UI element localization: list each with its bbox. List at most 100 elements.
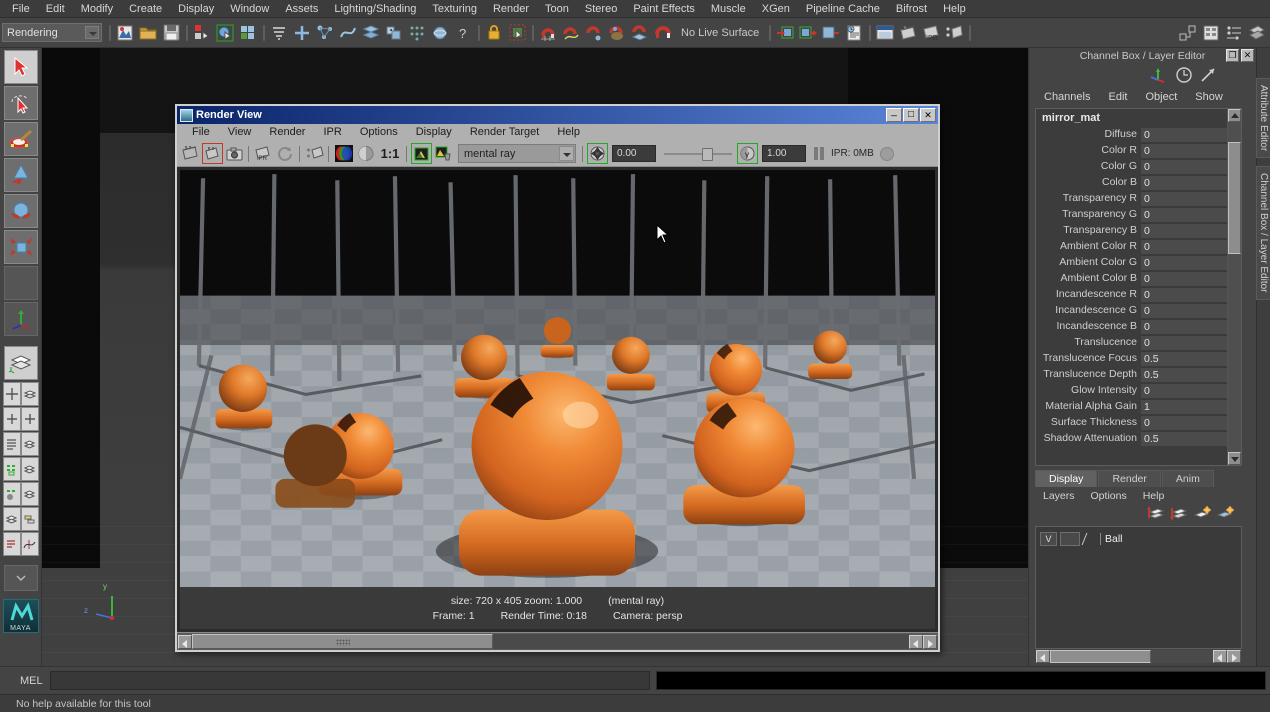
channel-value[interactable]: 0	[1141, 318, 1241, 334]
move-layer-up-icon[interactable]	[1147, 506, 1165, 524]
menu-paint-effects[interactable]: Paint Effects	[625, 0, 703, 18]
render-view-window[interactable]: Render View File View Render IPR Options…	[175, 104, 940, 652]
tab-render[interactable]: Render	[1098, 470, 1161, 487]
menu-render[interactable]: Render	[485, 0, 537, 18]
scroll-up-arrow-icon[interactable]	[1228, 109, 1241, 122]
menu-edit[interactable]: Edit	[38, 0, 73, 18]
menu-display[interactable]: Display	[170, 0, 222, 18]
last-tool-used[interactable]	[3, 266, 38, 300]
channel-row[interactable]: Translucence Focus 0.5	[1036, 350, 1241, 366]
rv-menu-view[interactable]: View	[219, 124, 261, 141]
refresh-icon[interactable]	[275, 143, 296, 164]
layout-persp-icon[interactable]	[2, 507, 21, 531]
channel-row[interactable]: Diffuse 0	[1036, 126, 1241, 142]
gamma-field[interactable]: 1.00	[762, 145, 806, 162]
select-tool[interactable]	[3, 50, 38, 84]
layout-render-persp-button[interactable]	[2, 482, 39, 506]
layout-hypershade-persp-button[interactable]	[2, 457, 39, 481]
channel-value[interactable]: 1	[1141, 398, 1241, 414]
exposure-field[interactable]: 0.00	[612, 145, 656, 162]
outliner-list-icon[interactable]	[2, 532, 21, 556]
channel-value[interactable]: 0	[1141, 238, 1241, 254]
rv-menu-render[interactable]: Render	[260, 124, 314, 141]
magnet-surface-icon[interactable]	[629, 21, 651, 45]
channel-row[interactable]: Transparency G 0	[1036, 206, 1241, 222]
channel-row[interactable]: Incandescence B 0	[1036, 318, 1241, 334]
channel-row[interactable]: Material Alpha Gain 1	[1036, 398, 1241, 414]
renderer-dropdown[interactable]: mental ray	[458, 144, 576, 163]
scrollbar-thumb[interactable]	[192, 634, 494, 649]
cb-menu-show[interactable]: Show	[1186, 91, 1232, 103]
select-by-component-button[interactable]	[237, 21, 259, 45]
command-input[interactable]	[50, 671, 650, 690]
menu-pipeline-cache[interactable]: Pipeline Cache	[798, 0, 888, 18]
tab-attribute-editor[interactable]: Attribute Editor	[1256, 78, 1270, 159]
exposure-button[interactable]	[587, 143, 608, 164]
slider-handle[interactable]	[702, 148, 713, 161]
rv-menu-options[interactable]: Options	[351, 124, 407, 141]
scrollbar-trough[interactable]	[1050, 650, 1213, 663]
snap-to-curve-button[interactable]	[337, 21, 359, 45]
outliner-list-icon[interactable]	[2, 432, 21, 456]
exposure-slider[interactable]	[664, 145, 732, 162]
render-settings-button[interactable]	[843, 21, 865, 45]
cb-menu-object[interactable]: Object	[1136, 91, 1186, 103]
move-layer-down-icon[interactable]	[1170, 506, 1188, 524]
one-to-one-zoom-button[interactable]: 1:1	[377, 143, 403, 164]
scale-tool[interactable]	[3, 230, 38, 264]
perspective-viewport[interactable]: y z persp Render View File View Render I…	[42, 48, 1028, 666]
channel-row[interactable]: Shadow Attenuation 0.5	[1036, 430, 1241, 446]
channel-row[interactable]: Translucence 0	[1036, 334, 1241, 350]
scroll-right-arrow-icon[interactable]	[923, 634, 937, 649]
layout-graph-editor-button[interactable]	[2, 532, 39, 556]
channel-row[interactable]: Color G 0	[1036, 158, 1241, 174]
menu-assets[interactable]: Assets	[277, 0, 326, 18]
snap-grid-list-button[interactable]	[268, 21, 290, 45]
snap-to-view-planes-button[interactable]	[383, 21, 405, 45]
menu-set-selector[interactable]: Rendering	[2, 23, 102, 42]
save-scene-button[interactable]	[160, 21, 182, 45]
show-output-connections-button[interactable]	[797, 21, 819, 45]
scrollbar-trough[interactable]	[192, 634, 909, 649]
menu-create[interactable]: Create	[121, 0, 170, 18]
layout-persp-icon[interactable]	[20, 432, 39, 456]
scroll-left-arrow-icon[interactable]	[1036, 650, 1050, 663]
channel-value[interactable]: 0.5	[1141, 350, 1241, 366]
select-by-object-button[interactable]	[214, 21, 236, 45]
universal-manipulator-tool[interactable]	[3, 302, 38, 336]
minimize-button[interactable]	[886, 108, 902, 122]
menu-bifrost[interactable]: Bifrost	[888, 0, 935, 18]
channel-row[interactable]: Transparency B 0	[1036, 222, 1241, 238]
snapshot-button[interactable]	[224, 143, 245, 164]
magnet-live-icon[interactable]	[652, 21, 674, 45]
channel-row[interactable]: Color R 0	[1036, 142, 1241, 158]
channel-value[interactable]: 0.5	[1141, 430, 1241, 446]
channel-value[interactable]: 0	[1141, 206, 1241, 222]
scroll-left-arrow-icon[interactable]	[178, 634, 192, 649]
graph-curve-icon[interactable]	[20, 532, 39, 556]
le-menu-options[interactable]: Options	[1083, 490, 1135, 502]
remove-image-button[interactable]	[433, 143, 454, 164]
layer-row-ball[interactable]: V Ball	[1040, 531, 1237, 547]
layout-persp-icon[interactable]	[20, 382, 39, 406]
select-by-hierarchy-button[interactable]	[191, 21, 213, 45]
scroll-left-arrow-icon-2[interactable]	[1213, 650, 1227, 663]
menu-help[interactable]: Help	[935, 0, 974, 18]
lasso-tool[interactable]	[3, 86, 38, 120]
channel-value[interactable]: 0	[1141, 158, 1241, 174]
chevron-down-icon[interactable]	[559, 146, 574, 161]
new-layer-icon[interactable]	[1193, 506, 1211, 524]
render-view-icon[interactable]	[2, 482, 21, 506]
magnet-projected-icon[interactable]	[606, 21, 628, 45]
attribute-editor-toggle-button[interactable]	[1200, 21, 1222, 45]
panel-restore-button[interactable]: ❐	[1226, 49, 1239, 62]
construction-sphere-button[interactable]	[429, 21, 451, 45]
panel-close-button[interactable]: ✕	[1241, 49, 1254, 62]
render-region-select-button[interactable]	[304, 143, 325, 164]
channel-row[interactable]: Incandescence R 0	[1036, 286, 1241, 302]
menu-file[interactable]: File	[4, 0, 38, 18]
ipr-render-toolbar-button[interactable]: IPR	[920, 21, 942, 45]
toggle-editor-layout-button[interactable]	[1177, 21, 1199, 45]
menu-texturing[interactable]: Texturing	[424, 0, 485, 18]
snap-to-projected-button[interactable]	[360, 21, 382, 45]
